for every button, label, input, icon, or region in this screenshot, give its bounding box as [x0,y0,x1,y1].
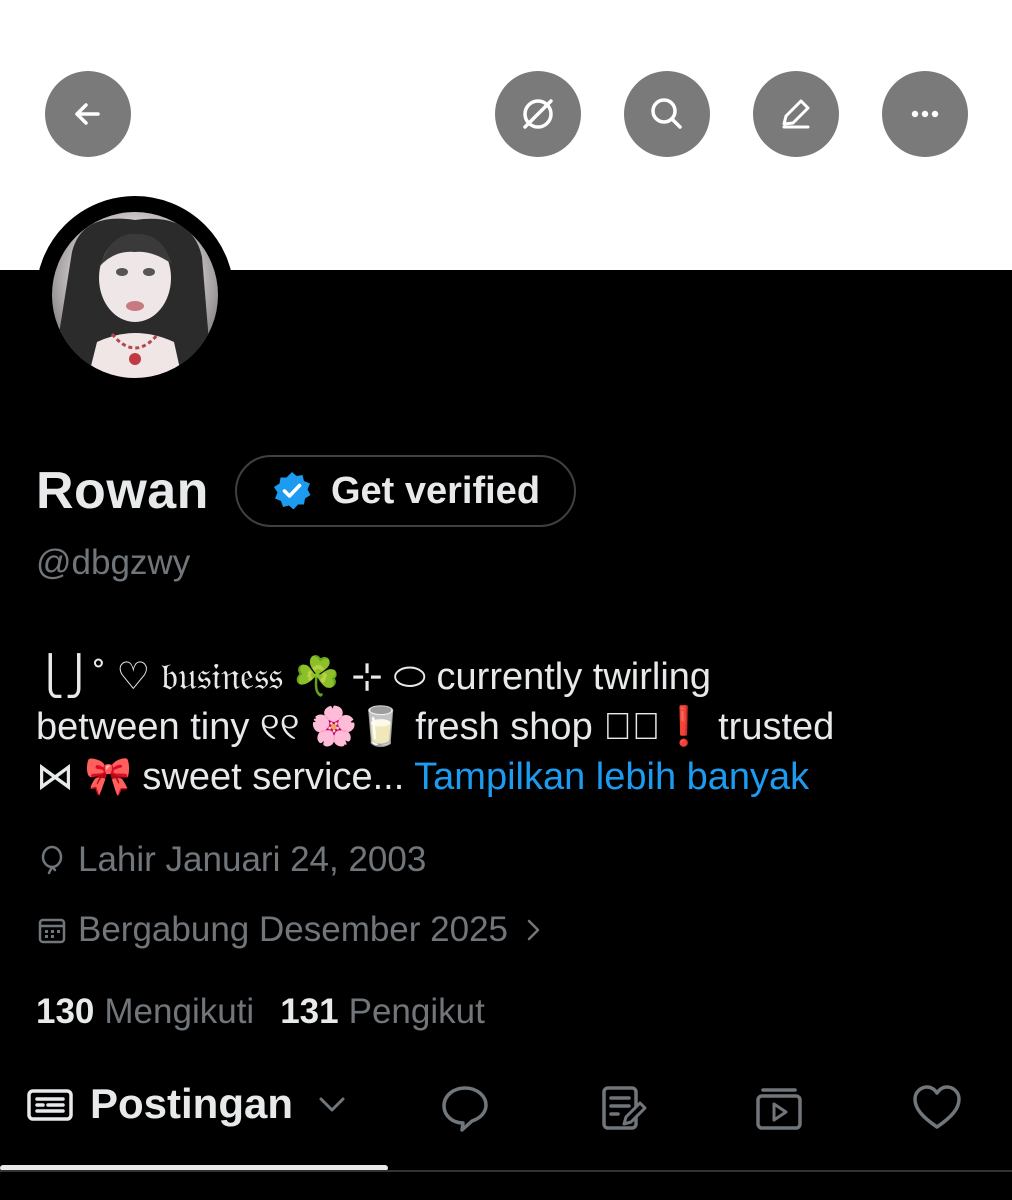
bio-line-2: between tiny ୧୧ 🌸🥛 fresh shop ♡⃝❗ truste… [36,706,835,748]
edit-icon [782,99,810,129]
back-button[interactable] [45,71,131,157]
get-verified-button[interactable]: Get verified [234,455,577,527]
birth-date-row: Lahir Januari 24, 2003 [36,840,426,880]
get-verified-label: Get verified [330,469,541,512]
edit-profile-button[interactable] [753,71,839,157]
chevron-right-icon [527,919,540,941]
likes-icon[interactable] [911,1082,963,1134]
username-handle: @dbgzwy [36,543,191,582]
more-icon [911,110,939,118]
replies-icon[interactable] [439,1082,491,1134]
bio-line-1: ⎩⎭˚ ♡ 𝔟𝔲𝔰𝔦𝔫𝔢𝔰𝔰 ☘️ ⊹ ⬭ currently twirling [36,656,712,698]
articles-icon[interactable] [598,1082,650,1134]
tabs-divider [0,1170,1012,1172]
followers-link[interactable]: 131 Pengikut [280,992,485,1032]
avatar[interactable] [52,212,218,378]
tab-posts-label: Postingan [90,1080,294,1127]
search-button[interactable] [624,71,710,157]
followers-count: 131 [280,992,339,1031]
search-icon [651,98,682,129]
more-button[interactable] [882,71,968,157]
joined-date-text: Bergabung Desember 2025 [78,910,509,949]
verified-badge-icon [273,472,311,510]
following-label: Mengikuti [104,992,255,1031]
bio-line-3: ⋈ 🎀 sweet service... Tampilkan lebih ban… [36,752,976,802]
profile-bio: ⎩⎭˚ ♡ 𝔟𝔲𝔰𝔦𝔫𝔢𝔰𝔰 ☘️ ⊹ ⬭ currently twirling… [36,652,976,802]
back-arrow-icon [75,103,100,125]
avatar-photo [52,218,212,378]
show-more-link[interactable]: Tampilkan lebih banyak [414,756,809,798]
joined-date-row[interactable]: Bergabung Desember 2025 [36,910,556,950]
grok-button[interactable] [495,71,581,157]
followers-label: Pengikut [348,992,485,1031]
no-grok-icon [523,99,553,129]
calendar-icon [38,918,66,944]
birth-date-text: Lahir Januari 24, 2003 [78,840,427,879]
bio-line-3-text: ⋈ 🎀 sweet service... [36,756,405,798]
following-count: 130 [36,992,95,1031]
balloon-icon [41,845,63,875]
posts-icon [27,1089,73,1121]
display-name: Rowan [36,462,209,520]
profile-tabs: Postingan [0,1062,1012,1172]
follow-stats: 130 Mengikuti 131 Pengikut [36,992,485,1032]
chevron-down-icon [319,1097,345,1112]
name-row: Rowan Get verified [36,455,577,527]
tab-posts[interactable]: Postingan [26,1080,349,1128]
media-icon[interactable] [753,1082,805,1134]
following-link[interactable]: 130 Mengikuti [36,992,254,1032]
